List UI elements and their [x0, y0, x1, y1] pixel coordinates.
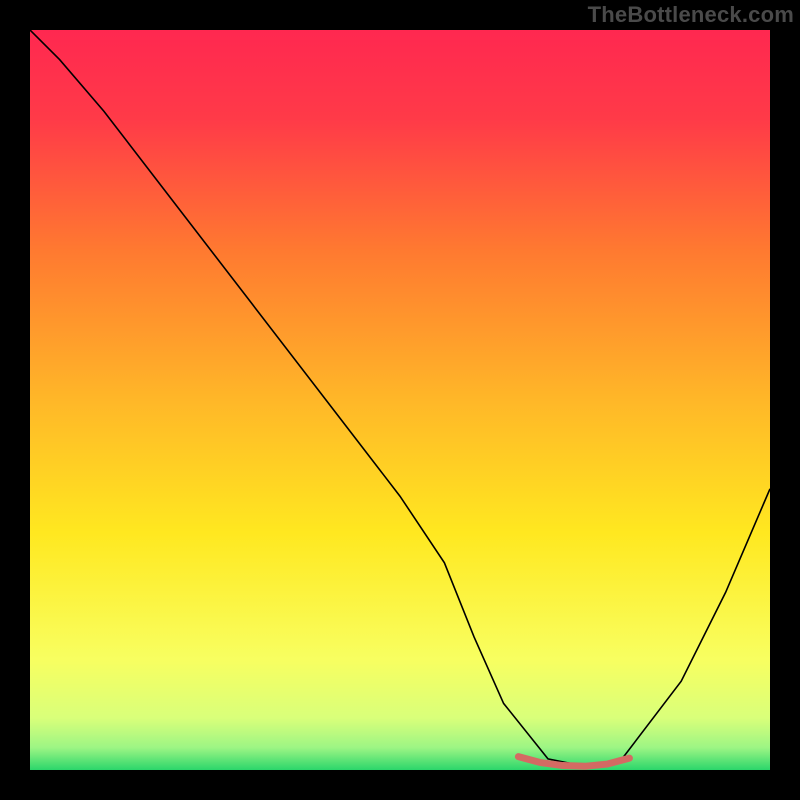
plot-area [30, 30, 770, 770]
chart-svg [30, 30, 770, 770]
gradient-background [30, 30, 770, 770]
attribution-text: TheBottleneck.com [588, 2, 794, 28]
chart-frame: TheBottleneck.com [0, 0, 800, 800]
